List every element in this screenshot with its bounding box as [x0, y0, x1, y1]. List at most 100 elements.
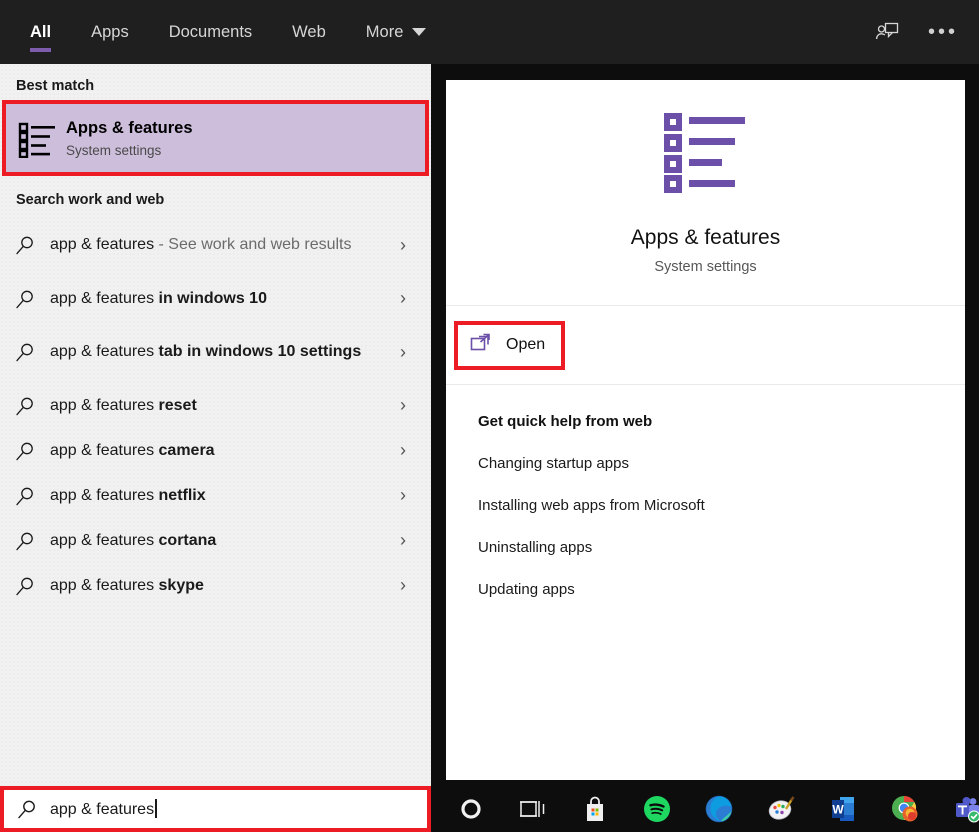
- filter-tabs: AllApps Documents Web More: [18, 0, 446, 64]
- chevron-right-icon: ›: [385, 575, 421, 596]
- search-input[interactable]: app & features: [50, 799, 157, 819]
- search-icon: [4, 799, 50, 819]
- chevron-right-icon: ›: [385, 485, 421, 506]
- quick-help-heading: Get quick help from web: [478, 413, 965, 430]
- chevron-right-icon: ›: [385, 235, 421, 256]
- suggestion-query: app & features: [50, 487, 159, 504]
- list-item[interactable]: app & features cortana›: [0, 518, 431, 563]
- search-flyout-window: AllApps Documents Web More ••• Best match: [0, 0, 979, 832]
- quick-help-link[interactable]: Updating apps: [478, 581, 965, 598]
- tab-label: Documents: [169, 23, 252, 42]
- chevron-right-icon: ›: [385, 440, 421, 461]
- ellipsis-icon[interactable]: •••: [921, 10, 965, 54]
- suggestion-suffix: cortana: [159, 532, 217, 549]
- list-item[interactable]: app & features in windows 10›: [0, 276, 431, 321]
- tab-label: More: [366, 23, 404, 42]
- quick-help-section: Get quick help from web Changing startup…: [446, 385, 965, 598]
- cortana-icon[interactable]: [440, 786, 502, 832]
- best-match-container: Apps & features System settings: [0, 102, 431, 174]
- best-match-text: Apps & features System settings: [66, 118, 193, 157]
- list-item[interactable]: app & features netflix›: [0, 473, 431, 518]
- chevron-down-icon: [412, 28, 426, 36]
- feedback-person-icon[interactable]: [865, 10, 909, 54]
- quick-help-link[interactable]: Uninstalling apps: [478, 539, 965, 556]
- suggestion-text: app & features cortana: [50, 529, 385, 552]
- app-preview-card: Apps & features System settings: [446, 80, 965, 305]
- best-match-item-apps-and-features[interactable]: Apps & features System settings: [4, 102, 427, 174]
- suggestion-text: app & features - See work and web result…: [50, 233, 385, 256]
- open-button[interactable]: Open: [458, 325, 561, 366]
- paint-3d-icon[interactable]: [750, 786, 812, 832]
- suggestion-text: app & features tab in windows 10 setting…: [50, 340, 385, 363]
- chevron-right-icon: ›: [385, 288, 421, 309]
- microsoft-word-icon[interactable]: W: [812, 786, 874, 832]
- search-icon: [0, 486, 50, 506]
- chevron-right-icon: ›: [385, 530, 421, 551]
- svg-text:W: W: [832, 803, 844, 817]
- suggestion-suffix: reset: [159, 397, 197, 414]
- best-match-title: Apps & features: [66, 118, 193, 139]
- suggestion-text: app & features netflix: [50, 484, 385, 507]
- results-pane: Best match Apps & featur: [0, 64, 431, 788]
- suggestion-query: app & features: [50, 442, 159, 459]
- suggestion-suffix: camera: [159, 442, 215, 459]
- suggestion-suffix: netflix: [159, 487, 206, 504]
- task-view-icon[interactable]: [502, 786, 564, 832]
- search-icon: [0, 576, 50, 596]
- search-input-value: app & features: [50, 801, 154, 818]
- quick-help-link[interactable]: Installing web apps from Microsoft: [478, 497, 965, 514]
- quick-help-link[interactable]: Changing startup apps: [478, 455, 965, 472]
- microsoft-store-icon[interactable]: [564, 786, 626, 832]
- tab-documents[interactable]: Documents: [149, 0, 272, 64]
- topbar-actions: •••: [865, 0, 965, 64]
- suggestion-suffix: tab in windows 10 settings: [159, 343, 362, 360]
- search-icon: [0, 396, 50, 416]
- taskbar-icons: W: [440, 786, 979, 832]
- suggestion-query: app & features: [50, 343, 159, 360]
- apps-features-large-icon: [658, 111, 754, 200]
- search-icon: [0, 441, 50, 461]
- search-icon: [0, 342, 50, 362]
- chevron-right-icon: ›: [385, 342, 421, 363]
- quick-help-links: Changing startup apps Installing web apps…: [478, 455, 965, 598]
- search-icon: [0, 289, 50, 309]
- preview-app-title: Apps & features: [631, 226, 780, 250]
- text-cursor: [155, 799, 157, 818]
- tab-web[interactable]: Web: [272, 0, 346, 64]
- suggestion-text: app & features in windows 10: [50, 287, 385, 310]
- search-icon: [0, 235, 50, 255]
- suggestion-text: app & features camera: [50, 439, 385, 462]
- suggestion-text: app & features reset: [50, 394, 385, 417]
- list-item[interactable]: app & features camera›: [0, 428, 431, 473]
- search-filter-tabbar: AllApps Documents Web More •••: [0, 0, 979, 64]
- suggestion-query: app & features: [50, 397, 159, 414]
- web-suggestion-list: app & features - See work and web result…: [0, 214, 431, 608]
- suggestion-suffix: in windows 10: [159, 290, 267, 307]
- tab-all[interactable]: All: [18, 0, 71, 64]
- best-match-subtitle: System settings: [66, 143, 193, 158]
- spotify-icon[interactable]: [626, 786, 688, 832]
- open-action-zone: Open: [446, 306, 965, 384]
- search-work-and-web-heading: Search work and web: [0, 174, 431, 214]
- tab-apps[interactable]: Apps: [71, 0, 149, 64]
- open-button-label: Open: [506, 336, 545, 354]
- list-item[interactable]: app & features skype›: [0, 563, 431, 608]
- suggestion-query: app & features: [50, 577, 159, 594]
- tab-more[interactable]: More: [346, 0, 447, 64]
- list-item[interactable]: app & features reset›: [0, 383, 431, 428]
- preview-app-subtitle: System settings: [654, 259, 756, 275]
- search-icon: [0, 531, 50, 551]
- google-chrome-icon[interactable]: [874, 786, 936, 832]
- chevron-right-icon: ›: [385, 395, 421, 416]
- apps-features-list-icon: [4, 118, 66, 158]
- microsoft-teams-icon[interactable]: [936, 786, 979, 832]
- preview-pane: Apps & features System settings Open Get: [446, 80, 965, 780]
- list-item[interactable]: app & features tab in windows 10 setting…: [0, 321, 431, 383]
- suggestion-text: app & features skype: [50, 574, 385, 597]
- list-item[interactable]: app & features - See work and web result…: [0, 214, 431, 276]
- taskbar-search-box[interactable]: app & features: [0, 786, 431, 832]
- suggestion-query: app & features: [50, 532, 159, 549]
- best-match-heading: Best match: [0, 64, 431, 102]
- suggestion-suffix: skype: [159, 577, 204, 594]
- microsoft-edge-icon[interactable]: [688, 786, 750, 832]
